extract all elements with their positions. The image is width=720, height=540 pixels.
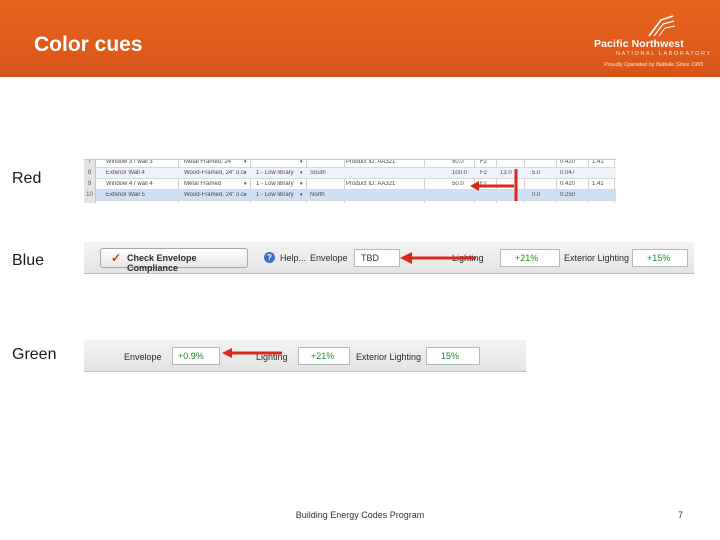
table-row[interactable]: 10 Exterior Wall 5 Wood-Framed, 24" o.c. 1 … [84, 190, 616, 201]
cell-orient[interactable]: South [310, 170, 344, 176]
cell-name[interactable]: Window 4 / wall 4 [106, 181, 178, 187]
cue-label-red: Red [12, 170, 42, 187]
results-envelope-label: Envelope [124, 352, 162, 362]
dropdown-arrow-icon[interactable]: ▾ [300, 192, 303, 198]
table-row[interactable]: 7 Window 3 / wall 3 Metal Framed, 24" Produ… [84, 160, 616, 168]
dropdown-arrow-icon[interactable]: ▾ [244, 192, 247, 198]
cell-c5[interactable]: 0.047 [560, 170, 586, 176]
dropdown-arrow-icon[interactable]: ▾ [300, 181, 303, 187]
cell-product[interactable]: Product ID: AA321 [346, 181, 400, 187]
cell-assembly[interactable]: Metal Framed [184, 181, 248, 187]
envelope-grid: 7 Window 3 / wall 3 Metal Framed, 24" Produ… [84, 159, 616, 203]
cell-u[interactable]: F2 [480, 160, 494, 165]
checkmark-icon: ✓ [111, 251, 122, 265]
results-ext-lighting-label: Exterior Lighting [356, 352, 422, 362]
cell-area[interactable]: 50.0 [452, 160, 476, 165]
dropdown-arrow-icon[interactable]: ▾ [244, 181, 247, 187]
pnnl-logo-icon [648, 15, 676, 37]
compliance-results-strip: Envelope +0.9% Lighting +21% Exterior Li… [84, 340, 526, 372]
envelope-value-field: TBD [354, 249, 400, 267]
cell-c5[interactable]: 0.420 [560, 160, 586, 165]
cell-c6[interactable]: 1.41 [592, 160, 612, 165]
cell-name[interactable]: Exterior Wall 5 [106, 192, 178, 198]
cell-assembly[interactable]: Wood-Framed, 24" o.c. [184, 192, 248, 198]
cell-c4[interactable]: 0.0 [532, 192, 554, 198]
cell-c4[interactable]: 5.0 [532, 170, 554, 176]
row-number: 11 [84, 201, 96, 203]
help-icon[interactable]: ? [264, 252, 275, 263]
ext-lighting-value-field: +15% [632, 249, 688, 267]
results-lighting-value: +21% [298, 347, 350, 365]
table-row[interactable]: 11Slab FloorSlab-On-Grade-1▾▾ [84, 201, 616, 203]
cell-name[interactable]: Window 3 / wall 3 [106, 160, 178, 165]
envelope-label: Envelope [310, 253, 348, 263]
cell-assembly[interactable]: Metal Framed, 24" [184, 160, 248, 165]
header-bar: Color cues Pacific Northwest NATIONAL LA… [0, 0, 720, 77]
page-number: 7 [678, 510, 684, 520]
ext-lighting-label: Exterior Lighting [564, 253, 630, 263]
cell-orient[interactable]: North [310, 192, 344, 198]
results-envelope-value: +0.9% [172, 347, 220, 365]
cue-label-blue: Blue [12, 252, 45, 269]
cell-c6[interactable]: 1.41 [592, 181, 612, 187]
dropdown-arrow-icon[interactable]: ▾ [300, 170, 303, 176]
cell-lib[interactable]: 1 - Low library [256, 192, 306, 198]
pnnl-logo: Pacific Northwest NATIONAL LABORATORY Pr… [594, 14, 712, 70]
red-arrow-icon-2 [400, 252, 476, 264]
dropdown-arrow-icon[interactable]: ▾ [244, 160, 247, 165]
row-number: 8 [84, 168, 96, 179]
cue-label-green: Green [12, 346, 57, 363]
logo-subtitle: NATIONAL LABORATORY [616, 51, 712, 57]
lighting-value-field: +21% [500, 249, 560, 267]
footer-program: Building Energy Codes Program [295, 510, 425, 520]
row-number: 9 [84, 179, 96, 190]
slide-title: Color cues [34, 33, 143, 56]
compliance-toolbar: ✓ Check Envelope Compliance ? Help... En… [84, 242, 694, 274]
cell-name[interactable]: Exterior Wall 4 [106, 170, 178, 176]
dropdown-arrow-icon[interactable]: ▾ [244, 170, 247, 176]
logo-tagline: Proudly Operated by Battelle Since 1965 [604, 62, 704, 68]
results-ext-lighting-value: 15% [426, 347, 480, 365]
help-link[interactable]: Help... [280, 253, 306, 263]
red-arrow-icon [470, 169, 518, 201]
cell-c5[interactable]: 0.420 [560, 181, 586, 187]
cell-lib[interactable]: 1 - Low library [256, 181, 306, 187]
cell-product[interactable]: Product ID: AA321 [346, 160, 400, 165]
row-number: 10 [84, 190, 96, 201]
check-envelope-compliance-button[interactable]: ✓ Check Envelope Compliance [100, 248, 248, 273]
cell-c5[interactable]: 0.250 [560, 192, 586, 198]
table-row[interactable]: 9 Window 4 / wall 4 Metal Framed 1 - Low li… [84, 179, 616, 190]
red-arrow-icon-3 [222, 348, 282, 358]
dropdown-arrow-icon[interactable]: ▾ [300, 160, 303, 165]
check-button-label: Check Envelope Compliance [127, 253, 197, 273]
logo-name: Pacific Northwest [594, 38, 684, 50]
cell-assembly[interactable]: Wood-Framed, 24" o.c. [184, 170, 248, 176]
cell-lib[interactable]: 1 - Low library [256, 170, 306, 176]
table-row[interactable]: 8 Exterior Wall 4 Wood-Framed, 24" o.c. 1 -… [84, 168, 616, 179]
row-number: 7 [84, 160, 96, 168]
